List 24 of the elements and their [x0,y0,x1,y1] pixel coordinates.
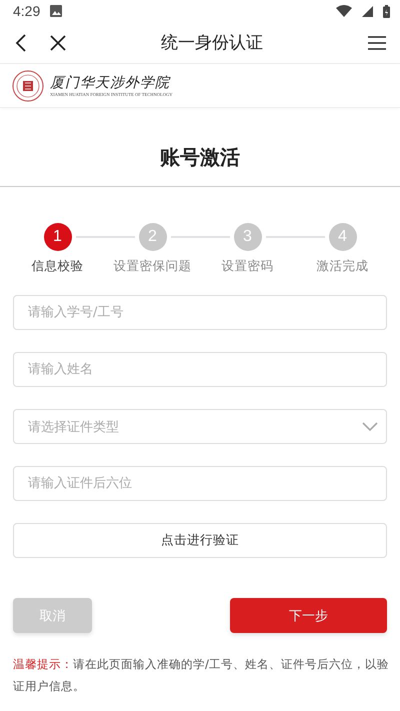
input-field[interactable]: 请输入学号/工号 [13,295,387,330]
wifi-icon [336,5,352,17]
signal-icon [362,6,373,16]
step-label: 设置密码 [222,258,274,275]
verify-button[interactable]: 点击进行验证 [13,523,387,558]
step-label: 信息校验 [32,258,84,275]
chevron-down-icon [362,422,378,432]
image-icon [50,5,62,17]
back-icon [14,34,28,52]
step-label: 激活完成 [316,258,368,275]
tip-text: 温馨提示：请在此页面输入准确的学/工号、姓名、证件号后六位，以验证用户信息。 [13,656,390,695]
status-time: 4:29 [13,3,40,19]
battery-icon [383,4,390,18]
form-title: 账号激活 [0,144,400,187]
school-name: 厦门华天涉外学院 [50,74,172,92]
close-icon [50,34,66,50]
input-field[interactable]: 请输入姓名 [13,352,387,387]
page-heading: 统一身份认证 [160,32,264,54]
step-number: 1 [44,223,72,251]
next-button[interactable]: 下一步 [230,598,387,633]
step-label: 设置密保问题 [114,258,192,275]
seal-icon [12,70,44,102]
input-field[interactable]: 请输入证件后六位 [13,466,387,501]
menu-icon [368,36,386,50]
